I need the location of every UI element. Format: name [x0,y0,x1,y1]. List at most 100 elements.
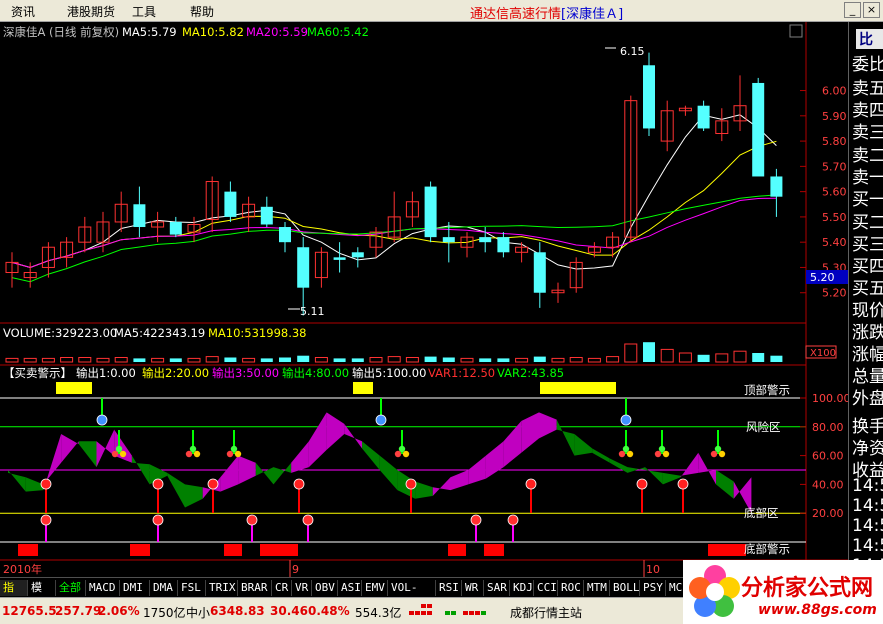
tab-psy[interactable]: PSY [640,580,666,596]
tab-macd[interactable]: MACD [86,580,120,596]
warn-signal-marker [658,445,666,453]
candle [424,181,437,243]
tab-brar[interactable]: BRAR [238,580,272,596]
menu-help[interactable]: 帮助 [190,3,214,20]
tab-指标[interactable]: 指标 [0,580,28,610]
tab-wr[interactable]: WR [462,580,484,596]
bottom-signal-marker [40,514,52,526]
date-axis-oct: 10 [646,563,660,576]
indicator-out3: 输出3:50.00 [212,366,279,380]
quote-row-label: 14:5 [852,496,883,516]
warn-signal-marker [119,450,127,458]
current-price-label: 5.20 [810,271,835,284]
tab-asi[interactable]: ASI [338,580,362,596]
warn-signal-marker [714,445,722,453]
tab-vr[interactable]: VR [292,580,312,596]
indicator-var1: VAR1:12.50 [428,366,495,380]
candle-body [169,221,182,235]
price-tick-label: 5.40 [822,236,847,249]
tab-cci[interactable]: CCI [534,580,558,596]
candle-body [479,237,492,243]
volume-bar [533,356,546,362]
index1-change: 257.79 [55,604,102,618]
quote-panel: 比 委比 卖五 卖四 卖三 卖二 卖一 买一 买二 买三 买四 买五 现价 涨跌 涨幅 总量 外盘 换手 净资 收益… [848,22,883,577]
candle-body [497,237,510,253]
quote-row-label: 14:5 [852,536,883,556]
menu-bar: 资讯 港股期货 工具 帮助 通达信高速行情[深康佳Ａ] _ × [0,0,883,22]
ma20-label: MA20:5.59 [246,25,308,39]
quote-row-label: 14:5 [852,516,883,536]
bottom-zone-label: 底部区 [744,506,779,520]
menu-hk-futures[interactable]: 港股期货 [67,3,115,20]
tab-roc[interactable]: ROC [558,580,584,596]
window-title: 通达信高速行情[深康佳Ａ] [470,3,623,22]
tab-rsi[interactable]: RSI [436,580,462,596]
index2-value: 6348.83 [210,604,265,618]
warn-signal-marker [111,450,119,458]
indicator-name: 【买卖警示】 [3,366,72,380]
index1-value: 12765.5 [2,604,57,618]
tab-mtm[interactable]: MTM [584,580,610,596]
tab-fsl[interactable]: FSL [178,580,206,596]
risk-zone-label: 风险区 [746,420,781,434]
menu-tools[interactable]: 工具 [132,3,156,20]
warn-signal-marker [398,445,406,453]
bottom-warning-bar [130,544,150,556]
warn-signal-marker [654,450,662,458]
warn-signal-marker [226,450,234,458]
tab-boll[interactable]: BOLL [610,580,640,596]
index2-percent: 0.48% [308,604,350,618]
server-station[interactable]: 成都行情主站 [510,604,582,621]
close-button[interactable]: × [863,2,880,18]
tab-trix[interactable]: TRIX [206,580,238,596]
tab-sar[interactable]: SAR [484,580,510,596]
tab-cr[interactable]: CR [272,580,292,596]
volume-scale-label: X100 [810,348,836,359]
tab-dma[interactable]: DMA [150,580,178,596]
menu-news[interactable]: 资讯 [11,3,35,20]
k-line-chart[interactable]: 深康佳A (日线 前复权) MA5:5.79 MA10:5.82 MA20:5.… [0,22,848,577]
indicator-tick-label: 40.00 [812,478,844,491]
volume-bar [169,358,182,362]
warn-signal-marker [622,445,630,453]
volume-bar [333,358,346,362]
risk-signal-marker [620,414,632,426]
logo-name: 分析家公式网 [741,576,874,601]
date-axis-year: 2010年 [3,562,42,576]
index2-change: 30.46 [270,604,308,618]
minimize-button[interactable]: _ [844,2,861,18]
warn-signal-marker [234,450,242,458]
buy-signal-marker [207,478,219,490]
bottom-signal-marker [152,514,164,526]
volume-bar [770,355,783,362]
tab-dmi[interactable]: DMI [120,580,150,596]
top-warning-label: 顶部警示 [744,383,790,397]
volume-bar [351,358,364,362]
tab-obv[interactable]: OBV [312,580,338,596]
tab-全部[interactable]: 全部 [56,580,86,596]
chart-area[interactable]: 深康佳A (日线 前复权) MA5:5.79 MA10:5.82 MA20:5.… [0,22,848,577]
tab-模板[interactable]: 模板 [28,580,56,610]
top-warning-bar [353,382,373,394]
candle-body [351,252,364,258]
warn-signal-marker [193,450,201,458]
top-warning-bar [56,382,92,394]
volume-bar [442,357,455,362]
indicator-out5: 输出5:100.00 [352,366,426,380]
candle-body [697,105,710,129]
tab-vol-tdx[interactable]: VOL-TDX [388,580,436,610]
quote-panel-caption: 比 [856,29,883,49]
candle [752,77,765,177]
indicator-var2: VAR2:43.85 [497,366,564,380]
volume-label: VOLUME:329223.00 [3,326,117,340]
buy-signal-marker [636,478,648,490]
price-tick-label: 6.00 [822,85,847,98]
low-label: 5.11 [300,305,325,318]
stock-title: [深康佳Ａ] [561,7,624,22]
bottom-warning-bar [448,544,466,556]
warn-signal-marker [618,450,626,458]
tab-kdj[interactable]: KDJ [510,580,534,596]
candle-body [224,191,237,217]
buy-signal-marker [677,478,689,490]
tab-emv[interactable]: EMV [362,580,388,596]
